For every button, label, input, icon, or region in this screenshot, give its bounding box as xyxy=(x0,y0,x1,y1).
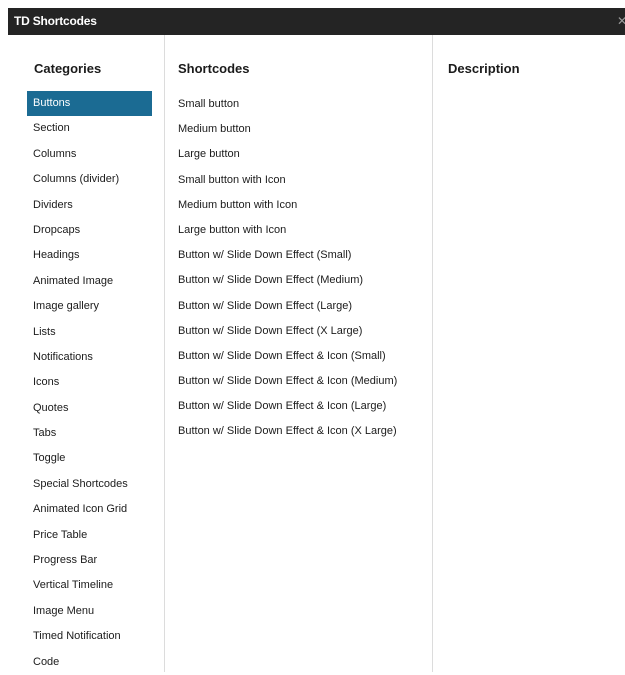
category-item-headings[interactable]: Headings xyxy=(27,243,152,268)
shortcodes-dialog: TD Shortcodes ✕ Categories Shortcodes De… xyxy=(0,0,625,672)
shortcode-item[interactable]: Small button xyxy=(178,92,397,117)
category-item-animated-icon-grid[interactable]: Animated Icon Grid xyxy=(27,497,152,522)
categories-heading: Categories xyxy=(34,61,102,76)
column-divider-left xyxy=(164,35,165,672)
category-item-columns[interactable]: Columns xyxy=(27,142,152,167)
column-divider-right xyxy=(432,35,433,672)
category-item-buttons[interactable]: Buttons xyxy=(27,91,152,117)
shortcode-item[interactable]: Large button with Icon xyxy=(178,218,397,243)
shortcode-item[interactable]: Button w/ Slide Down Effect (Large) xyxy=(178,294,397,319)
category-item-dropcaps[interactable]: Dropcaps xyxy=(27,218,152,243)
close-icon[interactable]: ✕ xyxy=(617,15,625,27)
description-heading: Description xyxy=(448,61,520,76)
shortcode-item[interactable]: Button w/ Slide Down Effect & Icon (X La… xyxy=(178,419,397,444)
dialog-title: TD Shortcodes xyxy=(14,14,97,28)
shortcode-item[interactable]: Button w/ Slide Down Effect & Icon (Medi… xyxy=(178,369,397,394)
category-item-special-shortcodes[interactable]: Special Shortcodes xyxy=(27,472,152,497)
shortcode-item[interactable]: Medium button with Icon xyxy=(178,193,397,218)
shortcode-item[interactable]: Medium button xyxy=(178,117,397,142)
categories-list: Buttons Section Columns Columns (divider) Di… xyxy=(27,91,152,675)
title-bar: TD Shortcodes ✕ xyxy=(8,8,625,35)
category-item-quotes[interactable]: Quotes xyxy=(27,396,152,421)
category-item-image-gallery[interactable]: Image gallery xyxy=(27,294,152,319)
category-item-vertical-timeline[interactable]: Vertical Timeline xyxy=(27,573,152,598)
category-item-code[interactable]: Code xyxy=(27,650,152,675)
category-item-icons[interactable]: Icons xyxy=(27,370,152,395)
category-item-section[interactable]: Section xyxy=(27,116,152,141)
shortcode-item[interactable]: Button w/ Slide Down Effect & Icon (Smal… xyxy=(178,344,397,369)
shortcodes-list: Small button Medium button Large button Sma… xyxy=(178,92,397,445)
category-item-animated-image[interactable]: Animated Image xyxy=(27,269,152,294)
category-item-progress-bar[interactable]: Progress Bar xyxy=(27,548,152,573)
category-item-dividers[interactable]: Dividers xyxy=(27,193,152,218)
category-item-notifications[interactable]: Notifications xyxy=(27,345,152,370)
shortcode-item[interactable]: Button w/ Slide Down Effect (Medium) xyxy=(178,268,397,293)
shortcode-item[interactable]: Button w/ Slide Down Effect (X Large) xyxy=(178,319,397,344)
category-item-timed-notification[interactable]: Timed Notification xyxy=(27,624,152,649)
shortcode-item[interactable]: Button w/ Slide Down Effect (Small) xyxy=(178,243,397,268)
shortcode-item[interactable]: Button w/ Slide Down Effect & Icon (Larg… xyxy=(178,394,397,419)
category-item-lists[interactable]: Lists xyxy=(27,320,152,345)
category-item-image-menu[interactable]: Image Menu xyxy=(27,599,152,624)
category-item-price-table[interactable]: Price Table xyxy=(27,523,152,548)
category-item-tabs[interactable]: Tabs xyxy=(27,421,152,446)
category-item-toggle[interactable]: Toggle xyxy=(27,446,152,471)
shortcodes-heading: Shortcodes xyxy=(178,61,250,76)
category-item-columns-divider[interactable]: Columns (divider) xyxy=(27,167,152,192)
shortcode-item[interactable]: Small button with Icon xyxy=(178,168,397,193)
shortcode-item[interactable]: Large button xyxy=(178,142,397,167)
